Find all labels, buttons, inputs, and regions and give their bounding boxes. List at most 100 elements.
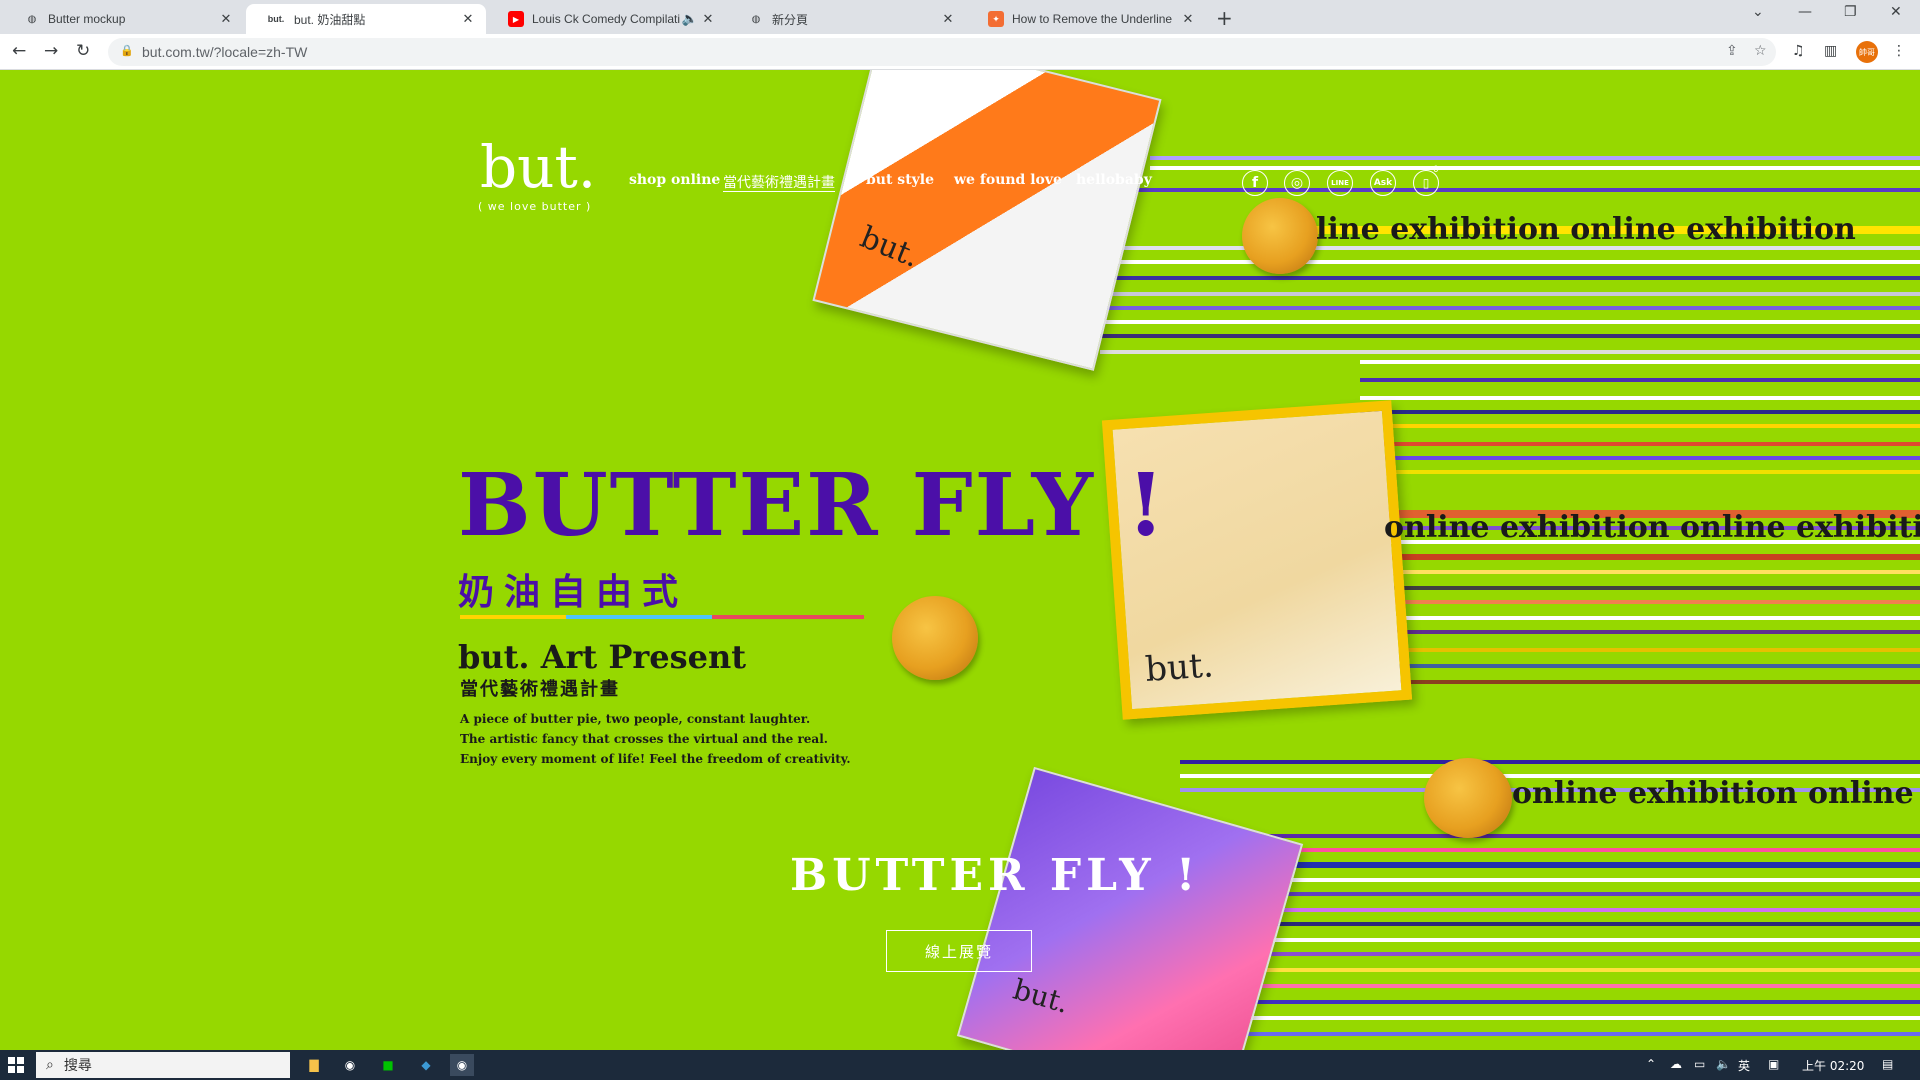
tray-onedrive-icon[interactable]: ☁: [1670, 1057, 1682, 1071]
marquee-online-exhibition-3: online exhibition online ex: [1512, 776, 1920, 811]
close-icon[interactable]: ✕: [460, 11, 476, 27]
network-icon[interactable]: ▭: [1694, 1057, 1705, 1071]
marquee-online-exhibition-1: line exhibition online exhibition: [1316, 212, 1856, 247]
bookmark-star-icon[interactable]: ☆: [1754, 43, 1767, 59]
decorative-streak: [1180, 1016, 1920, 1020]
decorative-streak: [1100, 292, 1920, 296]
decorative-streak: [1180, 968, 1920, 972]
forward-icon[interactable]: →: [44, 41, 58, 61]
decorative-streak: [1360, 616, 1920, 620]
logo-tagline: ( we love butter ): [478, 200, 592, 213]
decorative-streak: [1180, 922, 1920, 926]
description-line-1: A piece of butter pie, two people, const…: [460, 712, 811, 726]
file-explorer-icon[interactable]: ▇: [302, 1054, 326, 1076]
hero-underline-yellow: [460, 615, 566, 619]
decorative-streak: [1180, 1032, 1920, 1036]
decorative-streak: [1360, 570, 1920, 574]
art-present-subtitle: 當代藝術禮遇計畫: [460, 679, 620, 700]
window-close-button[interactable]: ✕: [1890, 4, 1902, 20]
but-favicon: but.: [267, 14, 285, 24]
decorative-streak: [1150, 166, 1920, 170]
clock[interactable]: 上午 02:20: [1802, 1057, 1864, 1074]
chrome-icon[interactable]: ◉: [338, 1054, 362, 1076]
search-placeholder: 搜尋: [63, 1058, 92, 1074]
nav-but-style[interactable]: but style: [866, 172, 934, 188]
tab-but-dessert[interactable]: but. but. 奶油甜點 ✕: [246, 4, 486, 34]
tab-butter-mockup[interactable]: ◍ Butter mockup ✕: [4, 4, 244, 34]
tab-search-chevron-icon[interactable]: ⌄: [1752, 4, 1764, 20]
facebook-icon[interactable]: f: [1242, 170, 1268, 196]
taskbar-search[interactable]: ⌕ 搜尋: [36, 1052, 290, 1078]
decorative-streak: [1100, 188, 1920, 192]
description-line-3: Enjoy every moment of life! Feel the fre…: [460, 752, 851, 766]
decorative-streak: [1360, 360, 1920, 364]
ime-indicator[interactable]: 英: [1738, 1057, 1750, 1074]
volume-icon[interactable]: 🔈: [1716, 1057, 1731, 1071]
bookmark-icon: ✦: [988, 11, 1004, 27]
tray-chevron-icon[interactable]: ⌃: [1646, 1057, 1656, 1071]
decorative-streak: [1180, 908, 1920, 912]
close-icon[interactable]: ✕: [700, 11, 716, 27]
close-icon[interactable]: ✕: [1180, 11, 1196, 27]
product-box-image-2: but.: [1101, 400, 1413, 720]
tab-new-tab[interactable]: ◍ 新分頁 ✕: [728, 4, 966, 34]
tab-title: Butter mockup: [48, 12, 126, 26]
nav-we-found-love[interactable]: we found love: [954, 172, 1062, 188]
close-icon[interactable]: ✕: [940, 11, 956, 27]
menu-icon[interactable]: ⋮: [1892, 43, 1906, 59]
ime-mode-icon[interactable]: ▣: [1768, 1057, 1779, 1071]
browser-tab-strip: ◍ Butter mockup ✕ but. but. 奶油甜點 ✕ ▶ Lou…: [0, 0, 1920, 34]
back-icon[interactable]: ←: [12, 41, 26, 61]
decorative-streak: [1360, 396, 1920, 400]
decorative-streak: [1150, 156, 1920, 160]
decorative-streak: [1360, 648, 1920, 652]
new-tab-button[interactable]: +: [1216, 6, 1233, 30]
box-brand-text: but.: [1144, 645, 1215, 691]
globe-icon: ◍: [751, 13, 761, 25]
butter-tart-image: [892, 596, 978, 680]
decorative-streak: [1360, 680, 1920, 684]
hero-underline-red: [712, 615, 864, 619]
url-text[interactable]: but.com.tw/?locale=zh-TW: [142, 44, 307, 60]
browser-toolbar: ← → ↻ 🔒 but.com.tw/?locale=zh-TW ⇪ ☆ ♫ ▥…: [0, 34, 1920, 70]
notification-icon[interactable]: ▤: [1882, 1057, 1893, 1071]
butter-tart-image: [1242, 198, 1318, 274]
restore-button[interactable]: ❐: [1844, 4, 1857, 20]
media-control-icon[interactable]: ♫: [1792, 43, 1805, 59]
line-icon[interactable]: LINE: [1327, 170, 1353, 196]
chrome-active-icon[interactable]: ◉: [450, 1054, 474, 1076]
address-bar[interactable]: 🔒 but.com.tw/?locale=zh-TW ⇪ ☆: [108, 38, 1776, 66]
nav-hellobaby[interactable]: hellobaby: [1076, 172, 1152, 188]
decorative-streak: [1180, 1000, 1920, 1004]
audio-icon[interactable]: 🔈: [680, 11, 700, 27]
close-icon[interactable]: ✕: [218, 11, 234, 27]
side-panel-icon[interactable]: ▥: [1824, 43, 1837, 59]
decorative-streak: [1180, 892, 1920, 896]
decorative-streak: [1100, 260, 1920, 264]
search-icon: ⌕: [46, 1057, 54, 1073]
share-icon[interactable]: ⇪: [1726, 43, 1738, 59]
box-brand-text: but.: [1009, 972, 1073, 1020]
art-present-title: but. Art Present: [458, 638, 747, 676]
globe-icon: ◍: [27, 13, 37, 25]
reload-icon[interactable]: ↻: [76, 41, 90, 61]
ask-icon[interactable]: Ask: [1370, 170, 1396, 196]
tab-title: 新分頁: [772, 12, 809, 27]
lock-icon[interactable]: 🔒: [120, 44, 134, 57]
decorative-streak: [1360, 456, 1920, 460]
tab-remove-underline[interactable]: ✦ How to Remove the Underline ✕: [968, 4, 1206, 34]
tab-louis-ck[interactable]: ▶ Louis Ck Comedy Compilati 🔈 ✕: [488, 4, 726, 34]
vscode-icon[interactable]: ◆: [414, 1054, 438, 1076]
site-logo[interactable]: but.: [480, 138, 596, 196]
nav-shop-online[interactable]: shop online: [629, 172, 720, 188]
instagram-icon[interactable]: ◎: [1284, 170, 1310, 196]
online-exhibition-button[interactable]: 線上展覽: [886, 930, 1032, 972]
minimize-button[interactable]: —: [1798, 4, 1812, 20]
decorative-streak: [1360, 664, 1920, 668]
decorative-streak: [1360, 442, 1920, 446]
hero-subtitle: 奶油自由式: [458, 572, 689, 613]
windows-start-icon[interactable]: [8, 1057, 24, 1073]
profile-avatar[interactable]: 帥哥: [1856, 41, 1878, 63]
line-app-icon[interactable]: ■: [376, 1054, 400, 1076]
nav-art-program[interactable]: 當代藝術禮遇計畫: [723, 172, 835, 192]
